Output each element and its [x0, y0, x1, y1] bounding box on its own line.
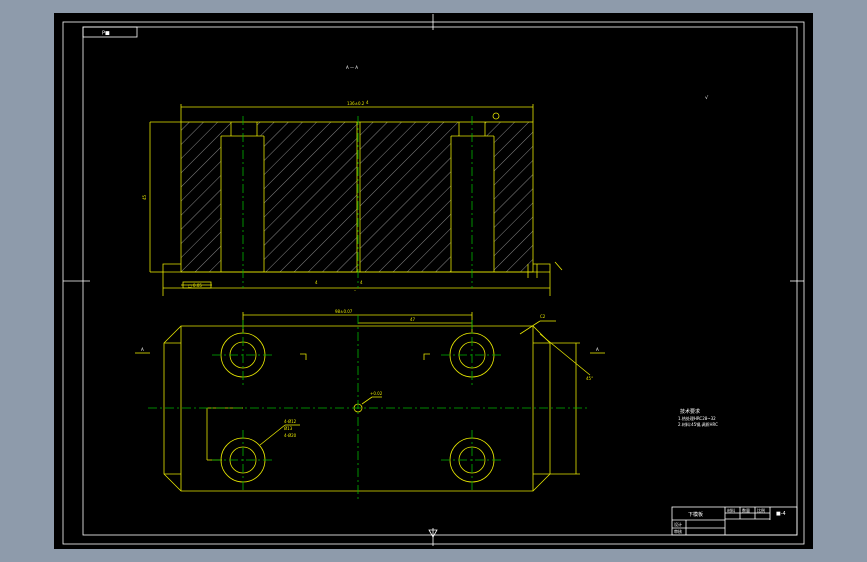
center-note: +0.02 [370, 391, 383, 396]
designer-label: 设计 [674, 521, 682, 527]
part-name: 下模板 [688, 511, 703, 518]
section-hatch-right [360, 122, 533, 272]
half-span-dim: 47 [410, 317, 416, 322]
drawing-paper [54, 13, 813, 549]
reviewer-label: 审核 [674, 528, 682, 534]
side-dimension: 45 [142, 194, 147, 200]
tech-notes-title: 技术要求 [680, 408, 700, 415]
sheet-tag: P■ [102, 31, 110, 37]
top-dimension: 136±0.2 [347, 101, 365, 106]
section-view: 136±0.2 4 45 4 – 4 □ 0.05 [142, 100, 563, 296]
hole-span-dim: 98±0.07 [335, 309, 353, 314]
scale-header: 比例 [757, 507, 765, 513]
sheet-number: ■-4 [776, 511, 786, 517]
hole-section-left [221, 136, 264, 272]
hole-section-right [451, 136, 494, 272]
counterbore-left [231, 122, 257, 136]
tech-notes-line2: 2.材料:45钢,调质HRC [678, 421, 718, 427]
section-mark-right: A [596, 347, 599, 352]
tolerance-frame: □ 0.05 [188, 283, 202, 288]
hole-note-1: 4-Ø12 [284, 419, 297, 424]
bottom-dimension-2: – [354, 288, 356, 293]
chamfer-dim: C2 [540, 314, 546, 319]
quantity-header: 数量 [742, 507, 750, 513]
hole-note-2: Ø13 [284, 426, 293, 431]
material-header: 材料 [727, 507, 735, 513]
section-mark-left: A [141, 347, 144, 352]
section-hatch-left [181, 122, 357, 272]
tech-notes-line1: 1.热处理HRC28~32 [678, 415, 716, 421]
hole-note-3: 4-Ø20 [284, 433, 297, 438]
cad-drawing-sheet: P■ A — A √ 136±0.2 4 45 4 – 4 □ 0.05 98±… [54, 13, 813, 549]
section-title: A — A [346, 65, 358, 70]
chamfer-note: 45° [586, 376, 593, 381]
